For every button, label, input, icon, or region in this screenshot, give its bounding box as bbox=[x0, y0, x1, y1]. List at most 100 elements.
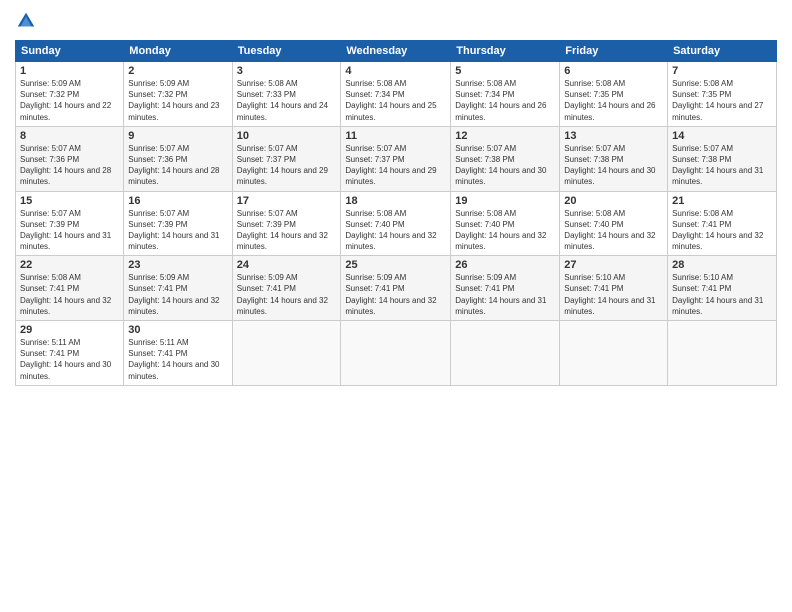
day-info: Sunrise: 5:10 AMSunset: 7:41 PMDaylight:… bbox=[564, 272, 663, 317]
day-number: 12 bbox=[455, 130, 555, 142]
day-info: Sunrise: 5:07 AMSunset: 7:39 PMDaylight:… bbox=[237, 208, 337, 253]
calendar-week-4: 22Sunrise: 5:08 AMSunset: 7:41 PMDayligh… bbox=[16, 256, 777, 321]
calendar-cell: 16Sunrise: 5:07 AMSunset: 7:39 PMDayligh… bbox=[124, 191, 232, 256]
calendar-cell: 27Sunrise: 5:10 AMSunset: 7:41 PMDayligh… bbox=[560, 256, 668, 321]
calendar-cell: 3Sunrise: 5:08 AMSunset: 7:33 PMDaylight… bbox=[232, 62, 341, 127]
calendar-cell: 7Sunrise: 5:08 AMSunset: 7:35 PMDaylight… bbox=[668, 62, 777, 127]
day-info: Sunrise: 5:09 AMSunset: 7:41 PMDaylight:… bbox=[455, 272, 555, 317]
day-number: 4 bbox=[345, 65, 446, 77]
weekday-header-tuesday: Tuesday bbox=[232, 41, 341, 62]
calendar-cell: 1Sunrise: 5:09 AMSunset: 7:32 PMDaylight… bbox=[16, 62, 124, 127]
calendar-cell: 29Sunrise: 5:11 AMSunset: 7:41 PMDayligh… bbox=[16, 321, 124, 386]
day-info: Sunrise: 5:08 AMSunset: 7:40 PMDaylight:… bbox=[564, 208, 663, 253]
header bbox=[15, 10, 777, 32]
day-info: Sunrise: 5:08 AMSunset: 7:41 PMDaylight:… bbox=[672, 208, 772, 253]
calendar-cell: 10Sunrise: 5:07 AMSunset: 7:37 PMDayligh… bbox=[232, 126, 341, 191]
day-number: 14 bbox=[672, 130, 772, 142]
day-number: 17 bbox=[237, 195, 337, 207]
calendar-cell: 22Sunrise: 5:08 AMSunset: 7:41 PMDayligh… bbox=[16, 256, 124, 321]
header-row: SundayMondayTuesdayWednesdayThursdayFrid… bbox=[16, 41, 777, 62]
day-number: 28 bbox=[672, 259, 772, 271]
day-number: 1 bbox=[20, 65, 119, 77]
calendar-cell: 28Sunrise: 5:10 AMSunset: 7:41 PMDayligh… bbox=[668, 256, 777, 321]
day-info: Sunrise: 5:08 AMSunset: 7:35 PMDaylight:… bbox=[564, 78, 663, 123]
calendar-cell: 12Sunrise: 5:07 AMSunset: 7:38 PMDayligh… bbox=[451, 126, 560, 191]
calendar-cell: 18Sunrise: 5:08 AMSunset: 7:40 PMDayligh… bbox=[341, 191, 451, 256]
logo bbox=[15, 10, 41, 32]
day-number: 5 bbox=[455, 65, 555, 77]
day-info: Sunrise: 5:09 AMSunset: 7:41 PMDaylight:… bbox=[128, 272, 227, 317]
day-info: Sunrise: 5:07 AMSunset: 7:38 PMDaylight:… bbox=[672, 143, 772, 188]
calendar-cell bbox=[341, 321, 451, 386]
day-info: Sunrise: 5:07 AMSunset: 7:37 PMDaylight:… bbox=[237, 143, 337, 188]
weekday-header-friday: Friday bbox=[560, 41, 668, 62]
calendar-cell: 15Sunrise: 5:07 AMSunset: 7:39 PMDayligh… bbox=[16, 191, 124, 256]
calendar-cell: 13Sunrise: 5:07 AMSunset: 7:38 PMDayligh… bbox=[560, 126, 668, 191]
day-number: 18 bbox=[345, 195, 446, 207]
day-info: Sunrise: 5:07 AMSunset: 7:37 PMDaylight:… bbox=[345, 143, 446, 188]
calendar-cell: 19Sunrise: 5:08 AMSunset: 7:40 PMDayligh… bbox=[451, 191, 560, 256]
day-info: Sunrise: 5:08 AMSunset: 7:40 PMDaylight:… bbox=[345, 208, 446, 253]
calendar-cell: 21Sunrise: 5:08 AMSunset: 7:41 PMDayligh… bbox=[668, 191, 777, 256]
calendar-cell: 9Sunrise: 5:07 AMSunset: 7:36 PMDaylight… bbox=[124, 126, 232, 191]
calendar-cell: 30Sunrise: 5:11 AMSunset: 7:41 PMDayligh… bbox=[124, 321, 232, 386]
calendar-cell: 5Sunrise: 5:08 AMSunset: 7:34 PMDaylight… bbox=[451, 62, 560, 127]
day-number: 15 bbox=[20, 195, 119, 207]
calendar-week-1: 1Sunrise: 5:09 AMSunset: 7:32 PMDaylight… bbox=[16, 62, 777, 127]
day-number: 25 bbox=[345, 259, 446, 271]
calendar-cell: 26Sunrise: 5:09 AMSunset: 7:41 PMDayligh… bbox=[451, 256, 560, 321]
day-info: Sunrise: 5:08 AMSunset: 7:34 PMDaylight:… bbox=[345, 78, 446, 123]
calendar-table: SundayMondayTuesdayWednesdayThursdayFrid… bbox=[15, 40, 777, 386]
day-number: 6 bbox=[564, 65, 663, 77]
day-number: 8 bbox=[20, 130, 119, 142]
day-info: Sunrise: 5:07 AMSunset: 7:38 PMDaylight:… bbox=[564, 143, 663, 188]
calendar-week-5: 29 Sunrise: 5:11 AMSunset: 7:41 PMDayligh… bbox=[16, 321, 777, 386]
day-info: Sunrise: 5:08 AMSunset: 7:41 PMDaylight:… bbox=[20, 272, 119, 317]
calendar-cell bbox=[451, 321, 560, 386]
calendar-cell bbox=[560, 321, 668, 386]
day-number: 20 bbox=[564, 195, 663, 207]
calendar-cell: 8Sunrise: 5:07 AMSunset: 7:36 PMDaylight… bbox=[16, 126, 124, 191]
day-info: Sunrise: 5:09 AMSunset: 7:41 PMDaylight:… bbox=[345, 272, 446, 317]
day-info: Sunrise: 5:07 AMSunset: 7:36 PMDaylight:… bbox=[20, 143, 119, 188]
day-number: 7 bbox=[672, 65, 772, 77]
day-number: 29 bbox=[20, 324, 119, 336]
day-number: 22 bbox=[20, 259, 119, 271]
weekday-header-saturday: Saturday bbox=[668, 41, 777, 62]
day-number: 21 bbox=[672, 195, 772, 207]
weekday-header-sunday: Sunday bbox=[16, 41, 124, 62]
calendar-cell: 6Sunrise: 5:08 AMSunset: 7:35 PMDaylight… bbox=[560, 62, 668, 127]
day-number: 19 bbox=[455, 195, 555, 207]
day-info: Sunrise: 5:07 AMSunset: 7:38 PMDaylight:… bbox=[455, 143, 555, 188]
calendar-cell: 24Sunrise: 5:09 AMSunset: 7:41 PMDayligh… bbox=[232, 256, 341, 321]
weekday-header-monday: Monday bbox=[124, 41, 232, 62]
day-number: 30 bbox=[128, 324, 227, 336]
day-number: 24 bbox=[237, 259, 337, 271]
logo-icon bbox=[15, 10, 37, 32]
weekday-header-thursday: Thursday bbox=[451, 41, 560, 62]
calendar-cell: 23Sunrise: 5:09 AMSunset: 7:41 PMDayligh… bbox=[124, 256, 232, 321]
calendar-cell: 11Sunrise: 5:07 AMSunset: 7:37 PMDayligh… bbox=[341, 126, 451, 191]
calendar-cell: 4Sunrise: 5:08 AMSunset: 7:34 PMDaylight… bbox=[341, 62, 451, 127]
day-info: Sunrise: 5:10 AMSunset: 7:41 PMDaylight:… bbox=[672, 272, 772, 317]
calendar-cell: 2Sunrise: 5:09 AMSunset: 7:32 PMDaylight… bbox=[124, 62, 232, 127]
calendar-cell: 20Sunrise: 5:08 AMSunset: 7:40 PMDayligh… bbox=[560, 191, 668, 256]
day-info: Sunrise: 5:11 AMSunset: 7:41 PMDaylight:… bbox=[128, 337, 227, 382]
day-info: Sunrise: 5:08 AMSunset: 7:34 PMDaylight:… bbox=[455, 78, 555, 123]
day-number: 9 bbox=[128, 130, 227, 142]
day-info: Sunrise: 5:09 AMSunset: 7:32 PMDaylight:… bbox=[128, 78, 227, 123]
calendar-cell: 17Sunrise: 5:07 AMSunset: 7:39 PMDayligh… bbox=[232, 191, 341, 256]
calendar-cell bbox=[668, 321, 777, 386]
day-number: 26 bbox=[455, 259, 555, 271]
day-info: Sunrise: 5:09 AMSunset: 7:41 PMDaylight:… bbox=[237, 272, 337, 317]
day-number: 27 bbox=[564, 259, 663, 271]
day-info: Sunrise: 5:07 AMSunset: 7:39 PMDaylight:… bbox=[20, 208, 119, 253]
day-number: 10 bbox=[237, 130, 337, 142]
calendar-week-2: 8Sunrise: 5:07 AMSunset: 7:36 PMDaylight… bbox=[16, 126, 777, 191]
calendar-cell: 25Sunrise: 5:09 AMSunset: 7:41 PMDayligh… bbox=[341, 256, 451, 321]
day-info: Sunrise: 5:08 AMSunset: 7:35 PMDaylight:… bbox=[672, 78, 772, 123]
day-info: Sunrise: 5:09 AMSunset: 7:32 PMDaylight:… bbox=[20, 78, 119, 123]
calendar-cell: 14Sunrise: 5:07 AMSunset: 7:38 PMDayligh… bbox=[668, 126, 777, 191]
day-number: 3 bbox=[237, 65, 337, 77]
day-number: 11 bbox=[345, 130, 446, 142]
